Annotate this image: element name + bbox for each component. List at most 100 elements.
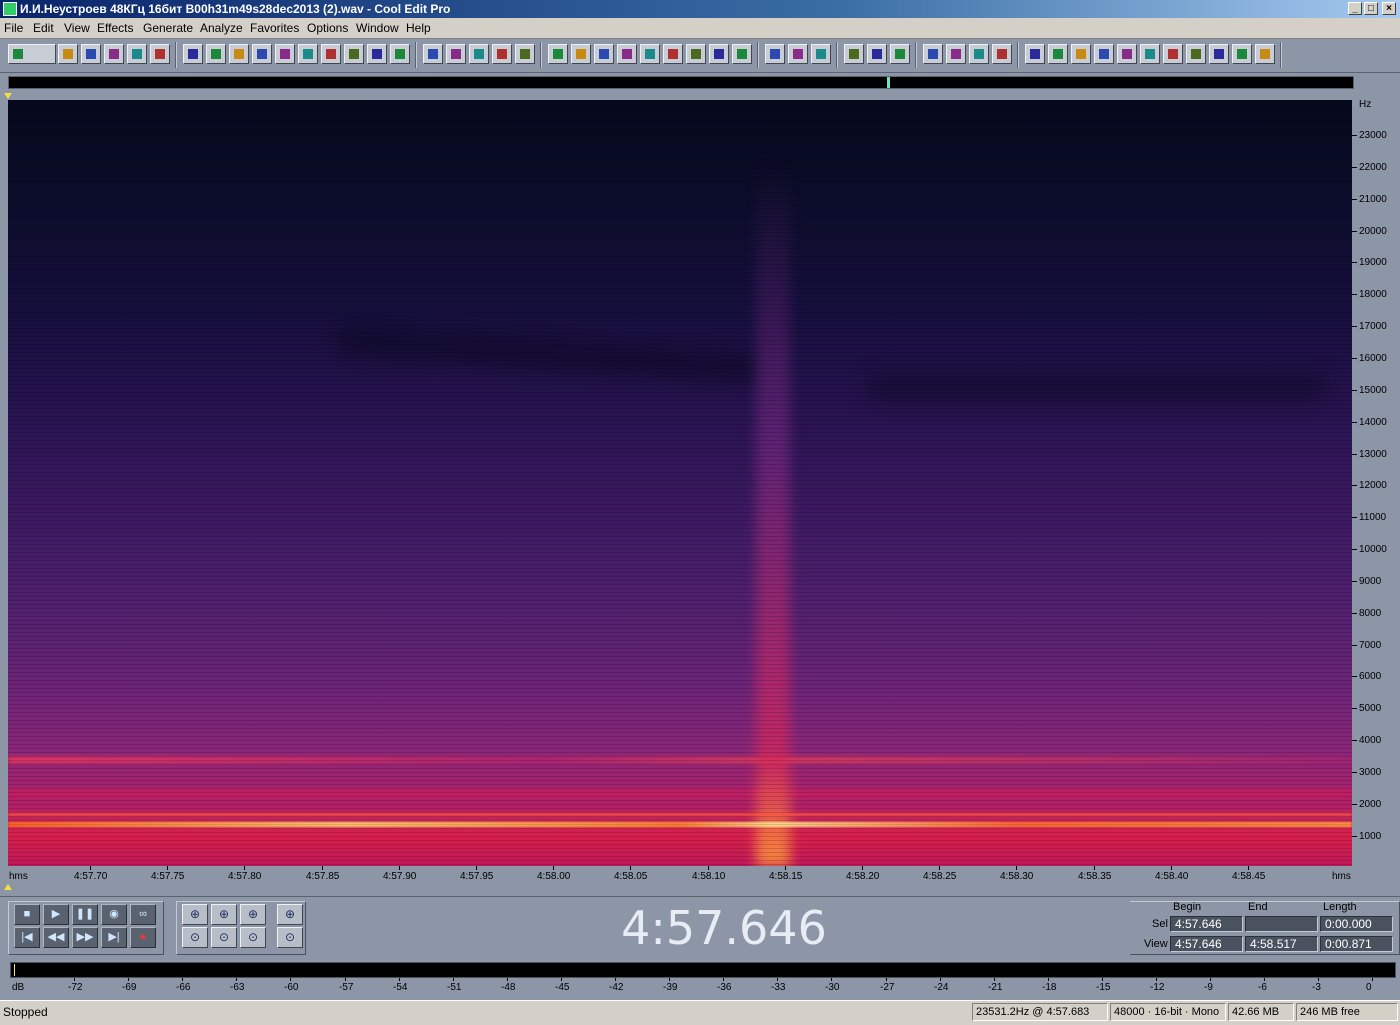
play-icon[interactable]: ▶ [43,904,69,925]
meter-unit: dB [12,982,25,993]
menu-help[interactable]: Help [406,21,431,35]
menu-generate[interactable]: Generate [143,21,193,35]
help-icon[interactable] [811,44,831,64]
time-ruler[interactable]: hms hms 4:57.70 4:57.75 4:57.80 4:57.85 4:57… [8,866,1352,886]
generate-tones-icon[interactable] [1163,44,1183,64]
stretch-icon[interactable] [1232,44,1252,64]
end-marker-icon[interactable] [4,884,12,890]
undo-icon[interactable] [183,44,203,64]
open-file-icon[interactable] [81,44,101,64]
frequency-analysis-icon[interactable] [844,44,864,64]
zoom-full-icon[interactable]: ⊕ [240,904,266,925]
zoom-full-icon[interactable] [890,44,910,64]
fast-forward-icon[interactable]: ▶▶ [72,927,98,948]
loop-play-icon[interactable]: ∞ [130,904,156,925]
record-icon[interactable]: ● [130,927,156,948]
menu-favorites[interactable]: Favorites [250,21,299,35]
redo-icon[interactable] [206,44,226,64]
zoom-out-icon[interactable]: ⊕ [211,904,237,925]
zoom-vertical-out-icon[interactable]: ⊙ [277,927,303,948]
reverb-icon[interactable] [1117,44,1137,64]
maximize-button[interactable]: □ [1364,2,1378,15]
markers-icon[interactable] [469,44,489,64]
begin-marker-icon[interactable] [4,93,12,99]
zoom-to-right-icon[interactable]: ⊙ [211,927,237,948]
sel-begin-field[interactable]: 4:57.646 [1170,916,1243,932]
zoom-to-left-icon[interactable]: ⊙ [182,927,208,948]
pitch-icon[interactable] [1140,44,1160,64]
zoom-selection-icon[interactable]: ⊙ [240,927,266,948]
grid-icon[interactable] [732,44,752,64]
zoom-in-icon[interactable] [867,44,887,64]
zoom-in-icon[interactable]: ⊕ [182,904,208,925]
session-icon[interactable] [992,44,1012,64]
rewind-icon[interactable]: ◀◀ [43,927,69,948]
overview-bar[interactable] [8,76,1354,89]
save-icon[interactable] [104,44,124,64]
repeat-icon[interactable] [229,44,249,64]
time-format-icon[interactable] [663,44,683,64]
waveform-view-icon[interactable] [8,44,56,64]
close-button[interactable]: × [1382,2,1396,15]
view-begin-field[interactable]: 4:57.646 [1170,936,1243,952]
paste-icon[interactable] [275,44,295,64]
frequency-ruler[interactable]: Hz 23000 22000 21000 20000 19000 18000 17000 16… [1352,100,1400,866]
cut-icon[interactable] [298,44,318,64]
paste-new-icon[interactable] [367,44,387,64]
menu-file[interactable]: File [4,21,23,35]
info-icon[interactable] [571,44,591,64]
equalizer-icon[interactable] [1209,44,1229,64]
loop-icon[interactable] [515,44,535,64]
menu-view[interactable]: View [64,21,90,35]
properties-icon[interactable] [594,44,614,64]
copy-icon[interactable] [252,44,272,64]
stop-icon[interactable]: ■ [14,904,40,925]
trim-icon[interactable] [321,44,341,64]
cd-project-icon[interactable] [969,44,989,64]
edit-view-icon[interactable] [923,44,943,64]
color-icon[interactable] [709,44,729,64]
analysis-icon[interactable] [1186,44,1206,64]
normalize-icon[interactable] [446,44,466,64]
zoom-icon[interactable] [640,44,660,64]
menu-effects[interactable]: Effects [97,21,133,35]
play-to-end-icon[interactable]: ◉ [101,904,127,925]
meter-label: -21 [988,982,1003,993]
close-file-icon[interactable] [150,44,170,64]
view-length-field[interactable]: 0:00.871 [1320,936,1393,952]
spectral-view-icon[interactable] [548,44,568,64]
save-as-icon[interactable] [127,44,147,64]
sel-end-field[interactable] [1245,916,1318,932]
zoom-vertical-in-icon[interactable]: ⊕ [277,904,303,925]
multitrack-view-icon[interactable] [946,44,966,64]
settings-icon[interactable] [765,44,785,64]
spectral-display[interactable] [8,100,1352,866]
noise-reduction-icon[interactable] [1094,44,1114,64]
delay-icon[interactable] [1048,44,1068,64]
minimize-button[interactable]: _ [1348,2,1362,15]
menu-window[interactable]: Window [356,21,399,35]
play-region-icon[interactable] [617,44,637,64]
frequency-label: 15000 [1359,385,1387,396]
go-to-start-icon[interactable]: |◀ [14,927,40,948]
menu-analyze[interactable]: Analyze [200,21,243,35]
pause-icon[interactable]: ❚❚ [72,904,98,925]
snap-icon[interactable] [686,44,706,64]
meter-tick [345,978,346,981]
batch-icon[interactable] [1255,44,1275,64]
sel-length-field[interactable]: 0:00.000 [1320,916,1393,932]
script-icon[interactable] [788,44,808,64]
meter-tick [561,978,562,981]
new-file-icon[interactable] [58,44,78,64]
view-end-field[interactable]: 4:58.517 [1245,936,1318,952]
envelope-icon[interactable] [423,44,443,64]
amplitude-icon[interactable] [1071,44,1091,64]
cue-list-icon[interactable] [492,44,512,64]
menu-options[interactable]: Options [307,21,348,35]
mix-paste-icon[interactable] [344,44,364,64]
view-range-marker[interactable] [887,77,890,88]
go-to-end-icon[interactable]: ▶| [101,927,127,948]
menu-edit[interactable]: Edit [33,21,54,35]
filter-icon[interactable] [1025,44,1045,64]
find-icon[interactable] [390,44,410,64]
